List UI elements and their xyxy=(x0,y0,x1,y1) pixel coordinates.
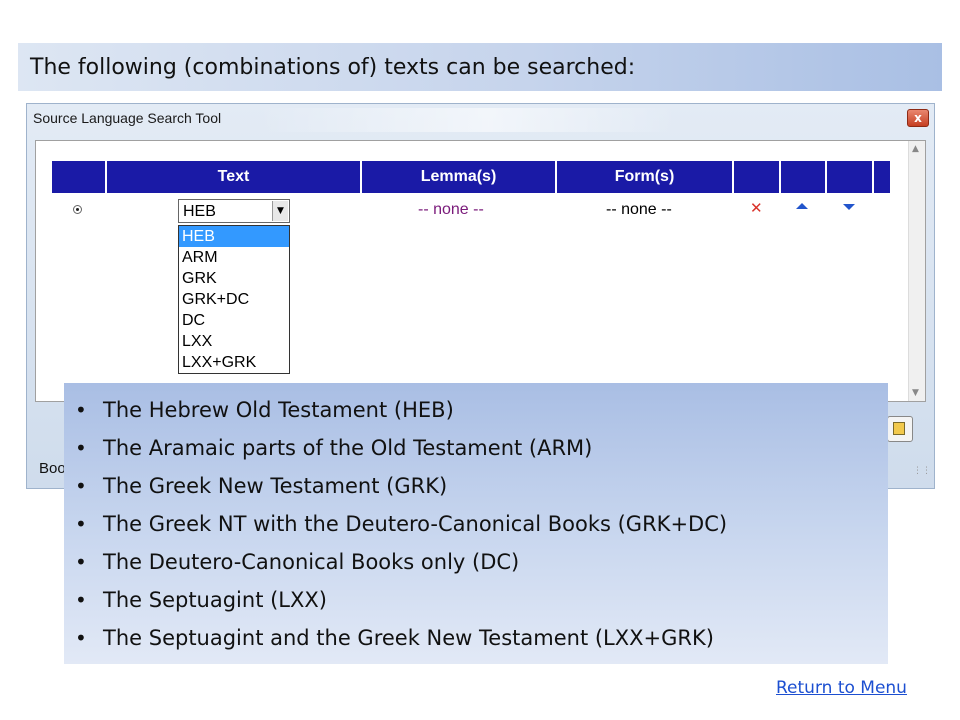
col-delete-header xyxy=(734,161,781,193)
list-item: The Septuagint (LXX) xyxy=(64,583,888,621)
list-item: The Hebrew Old Testament (HEB) xyxy=(64,393,888,431)
col-lemma-header[interactable]: Lemma(s) xyxy=(362,161,557,193)
list-item: The Aramaic parts of the Old Testament (… xyxy=(64,431,888,469)
window-title: Source Language Search Tool xyxy=(33,110,222,126)
form-cell[interactable]: -- none -- xyxy=(606,201,672,219)
paste-button[interactable] xyxy=(887,416,913,442)
chevron-down-icon[interactable]: ▼ xyxy=(272,201,288,221)
row-select-radio[interactable] xyxy=(73,205,82,214)
grid-header: Text Lemma(s) Form(s) xyxy=(52,161,890,193)
title-glow xyxy=(257,108,677,132)
col-select-header xyxy=(52,161,107,193)
text-dropdown-list[interactable]: HEB ARM GRK GRK+DC DC LXX LXX+GRK xyxy=(178,225,290,374)
scroll-up-arrow-icon[interactable]: ▲ xyxy=(912,144,919,154)
dropdown-option-grk[interactable]: GRK xyxy=(179,268,289,289)
col-form-header[interactable]: Form(s) xyxy=(557,161,734,193)
return-to-menu-link[interactable]: Return to Menu xyxy=(776,678,907,698)
slide-title: The following (combinations of) texts ca… xyxy=(30,54,636,80)
col-down-header xyxy=(827,161,874,193)
col-end-header xyxy=(874,161,890,193)
resize-grip-icon[interactable]: ⋮⋮ xyxy=(913,466,931,476)
list-item: The Deutero-Canonical Books only (DC) xyxy=(64,545,888,583)
list-item: The Septuagint and the Greek New Testame… xyxy=(64,621,888,659)
status-text: Boo xyxy=(39,460,66,477)
texts-list: The Hebrew Old Testament (HEB) The Arama… xyxy=(64,393,888,659)
close-icon[interactable]: x xyxy=(907,109,929,127)
col-text-header[interactable]: Text xyxy=(107,161,362,193)
slide-title-bar: The following (combinations of) texts ca… xyxy=(18,43,942,91)
dropdown-option-heb[interactable]: HEB xyxy=(179,226,289,247)
move-down-icon[interactable] xyxy=(843,204,855,210)
text-select-value: HEB xyxy=(183,203,216,220)
dropdown-option-arm[interactable]: ARM xyxy=(179,247,289,268)
dropdown-option-lxx[interactable]: LXX xyxy=(179,331,289,352)
texts-bullet-panel: The Hebrew Old Testament (HEB) The Arama… xyxy=(64,383,888,664)
scroll-down-arrow-icon[interactable]: ▼ xyxy=(912,388,919,398)
col-up-header xyxy=(781,161,827,193)
dropdown-option-dc[interactable]: DC xyxy=(179,310,289,331)
dropdown-option-grk-dc[interactable]: GRK+DC xyxy=(179,289,289,310)
search-grid-panel: Text Lemma(s) Form(s) HEB ▼ HEB ARM GRK … xyxy=(35,140,926,402)
paste-icon xyxy=(893,422,905,435)
list-item: The Greek NT with the Deutero-Canonical … xyxy=(64,507,888,545)
vertical-scrollbar[interactable]: ▲ ▼ xyxy=(908,141,925,401)
list-item: The Greek New Testament (GRK) xyxy=(64,469,888,507)
lemma-cell[interactable]: -- none -- xyxy=(418,201,484,219)
text-select[interactable]: HEB ▼ xyxy=(178,199,290,223)
dropdown-option-lxx-grk[interactable]: LXX+GRK xyxy=(179,352,289,373)
move-up-icon[interactable] xyxy=(796,203,808,209)
delete-row-icon[interactable]: ✕ xyxy=(750,199,763,217)
